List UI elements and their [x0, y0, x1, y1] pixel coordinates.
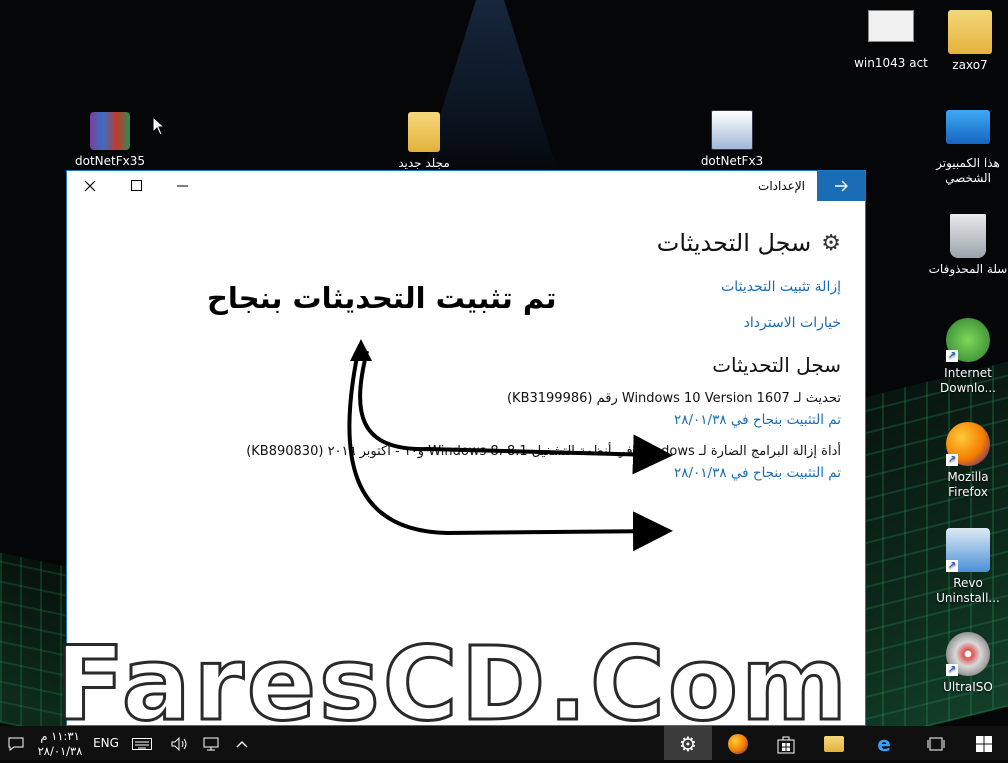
firefox-icon: ↗ [946, 422, 990, 466]
desktop-icon-label: مجلد جديد [398, 156, 450, 170]
network-setup-icon [711, 110, 753, 150]
desktop-icon-label: zaxo7 [952, 58, 988, 72]
taskbar-file-explorer[interactable] [810, 726, 858, 760]
desktop-icon-dotnetfx3[interactable]: dotNetFx3 [690, 110, 774, 170]
arrow-to-second-update [347, 346, 673, 552]
clock-date: ٢٨/٠١/٣٨ [37, 744, 83, 758]
volume-button[interactable] [166, 726, 194, 760]
desktop-icon-revo[interactable]: ↗ Revo Uninstall... [926, 528, 1008, 606]
computer-icon [946, 110, 990, 144]
revo-uninstaller-icon: ↗ [946, 528, 990, 572]
taskbar-settings[interactable]: ⚙ [664, 726, 712, 760]
notification-icon [8, 737, 24, 751]
desktop-icon-label: Mozilla Firefox [947, 470, 989, 499]
desktop-icon-idm[interactable]: ↗ Internet Downlo... [926, 318, 1008, 396]
touch-keyboard-button[interactable] [128, 726, 156, 760]
keyboard-icon [132, 737, 152, 750]
shortcut-arrow-icon: ↗ [946, 664, 958, 676]
shortcut-arrow-icon: ↗ [946, 560, 958, 572]
winrar-archive-icon [90, 112, 130, 150]
desktop-icon-firefox[interactable]: ↗ Mozilla Firefox [926, 422, 1008, 500]
taskbar-edge[interactable]: e [860, 726, 908, 760]
edge-icon: e [877, 731, 891, 756]
task-view-button[interactable] [912, 726, 960, 760]
store-icon [777, 736, 795, 753]
volume-icon [171, 736, 187, 751]
desktop-icon-zaxo7[interactable]: zaxo7 [928, 10, 1008, 73]
chevron-up-icon [236, 740, 248, 747]
shortcut-arrow-icon: ↗ [946, 454, 958, 466]
network-button[interactable] [198, 726, 226, 760]
shortcut-arrow-icon: ↗ [946, 350, 958, 362]
action-center-button[interactable] [4, 726, 28, 760]
firefox-icon [728, 733, 748, 754]
desktop-icon-ultraiso[interactable]: ↗ UltraISO [926, 632, 1008, 695]
desktop-icon-recycle-bin[interactable]: سلة المحذوفات [926, 214, 1008, 277]
file-explorer-icon [824, 735, 844, 752]
desktop-icon-label: Internet Downlo... [940, 366, 996, 395]
desktop-icon-label: win1043 act [854, 56, 928, 70]
idm-icon: ↗ [946, 318, 990, 362]
network-icon [203, 737, 219, 750]
desktop-icon-label: Revo Uninstall... [936, 576, 1000, 605]
recycle-bin-icon [950, 214, 986, 258]
arrow-head-up [350, 339, 372, 361]
start-button[interactable] [960, 726, 1008, 760]
arrow-to-first-update [358, 350, 673, 475]
taskbar-firefox[interactable] [714, 726, 762, 760]
folder-icon [948, 10, 992, 54]
show-hidden-icons-button[interactable] [230, 726, 254, 760]
language-indicator[interactable]: ENG [90, 726, 122, 760]
desktop-icon-dotnetfx35[interactable]: dotNetFx35 [68, 112, 152, 170]
clock[interactable]: ١١:٣١ م ٢٨/٠١/٣٨ [32, 726, 88, 763]
settings-icon: ⚙ [679, 731, 697, 756]
start-icon [976, 735, 992, 752]
desktop-icon-label: سلة المحذوفات [928, 262, 1008, 276]
taskbar-store[interactable] [762, 726, 810, 760]
desktop-icon-new-folder[interactable]: مجلد جديد [382, 112, 466, 170]
gears-icon [868, 10, 914, 42]
folder-icon [408, 112, 440, 152]
desktop-icon-label: dotNetFx3 [700, 154, 764, 168]
desktop-icon-win1043-act[interactable]: win1043 act [849, 10, 933, 71]
desktop-icon-label: UltraISO [943, 680, 993, 694]
desktop-icon-label: dotNetFx35 [74, 154, 145, 168]
desktop-icon-label: هذا الكمبيوتر الشخصي [936, 156, 1000, 185]
desktop-icon-this-pc[interactable]: هذا الكمبيوتر الشخصي [926, 110, 1008, 186]
clock-time: ١١:٣١ م [40, 729, 80, 743]
task-view-icon [927, 737, 945, 750]
ultraiso-disc-icon: ↗ [946, 632, 990, 676]
mouse-cursor-icon [152, 116, 166, 136]
taskbar: ١١:٣١ م ٢٨/٠١/٣٨ ENG ⚙ e [0, 726, 1008, 760]
